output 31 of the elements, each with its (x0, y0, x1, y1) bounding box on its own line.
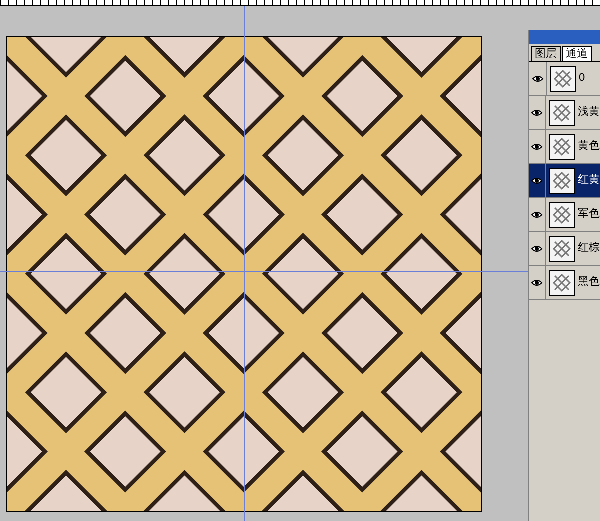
channel-thumbnail (549, 202, 575, 228)
channel-thumbnail (550, 66, 576, 92)
channel-row[interactable]: 黄色 (529, 130, 600, 164)
eye-icon[interactable] (531, 244, 543, 252)
channel-name: 红棕 (578, 241, 600, 256)
channel-name: 红黄 (578, 173, 600, 188)
eye-icon[interactable] (531, 176, 543, 184)
channel-thumbnail (549, 236, 575, 262)
channel-name: 黄色 (578, 139, 600, 154)
panel-title-bar (529, 30, 600, 44)
channel-row[interactable]: 黑色 (529, 266, 600, 300)
channel-row[interactable]: 浅黄 (529, 96, 600, 130)
channel-row[interactable]: 红黄 (529, 164, 600, 198)
channel-thumbnail (549, 100, 575, 126)
channel-name: 军色 (578, 207, 600, 222)
channel-thumbnail (549, 168, 575, 194)
channel-name: 浅黄 (578, 105, 600, 120)
channel-thumbnail (549, 134, 575, 160)
channel-name: 0 (579, 71, 586, 86)
channel-row[interactable]: 军色 (529, 198, 600, 232)
eye-icon[interactable] (531, 108, 543, 116)
eye-icon[interactable] (532, 74, 544, 82)
channel-row[interactable]: 0 (529, 62, 600, 96)
eye-icon[interactable] (531, 278, 543, 286)
panel-tab[interactable]: 图层 (531, 46, 561, 61)
channel-name: 黑色 (578, 275, 600, 290)
channel-thumbnail (549, 270, 575, 296)
panel-tab[interactable]: 通道 (562, 46, 592, 61)
eye-icon[interactable] (531, 210, 543, 218)
channel-row[interactable]: 红棕 (529, 232, 600, 266)
eye-icon[interactable] (531, 142, 543, 150)
